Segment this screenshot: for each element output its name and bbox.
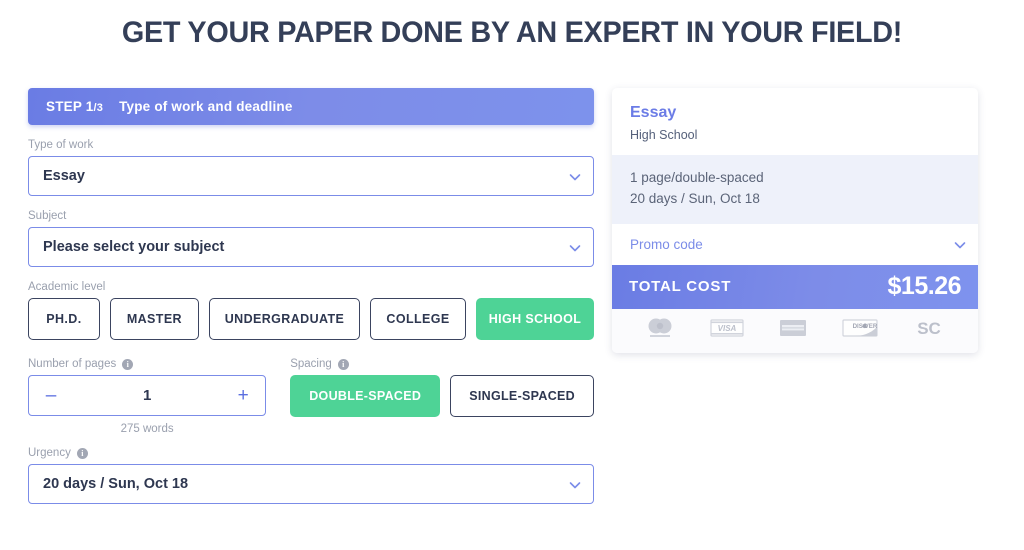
svg-text:VISA: VISA [718, 324, 737, 333]
number-of-pages-label-text: Number of pages [28, 358, 117, 370]
subject-field: Subject Please select your subject [28, 210, 594, 267]
summary-details: 1 page/double-spaced 20 days / Sun, Oct … [612, 155, 978, 224]
order-summary-card: Essay High School 1 page/double-spaced 2… [612, 88, 978, 353]
visa-icon: VISA [708, 316, 746, 345]
summary-header: Essay High School [612, 88, 978, 155]
summary-title: Essay [630, 104, 677, 121]
chevron-down-icon [569, 242, 581, 252]
academic-level-phd[interactable]: PH.D. [28, 298, 100, 340]
spacing-double-spaced[interactable]: DOUBLE-SPACED [290, 375, 441, 417]
type-of-work-select[interactable]: Essay [28, 156, 594, 196]
urgency-select[interactable]: 20 days / Sun, Oct 18 [28, 464, 594, 504]
mastercard-icon [641, 316, 679, 345]
pages-stepper: – 1 + [28, 375, 267, 416]
number-of-pages-field: Number of pages i – 1 + 275 words [28, 358, 267, 435]
amex-icon [776, 316, 810, 345]
subject-label: Subject [28, 210, 67, 222]
academic-level-field: Academic level PH.D. MASTER UNDERGRADUAT… [28, 281, 594, 340]
order-form: STEP 1/3 Type of work and deadline Type … [28, 88, 594, 504]
step-title: Type of work and deadline [119, 99, 293, 114]
number-of-pages-label: Number of pages i [28, 358, 266, 370]
academic-level-master[interactable]: MASTER [109, 298, 199, 340]
academic-level-label: Academic level [28, 281, 106, 293]
total-cost-bar: TOTAL COST $15.26 [612, 264, 978, 309]
pages-spacing-row: Number of pages i – 1 + 275 words Spacin… [28, 358, 594, 435]
subject-select[interactable]: Please select your subject [28, 227, 594, 267]
type-of-work-label: Type of work [28, 139, 94, 151]
decrement-pages-button[interactable]: – [29, 386, 73, 405]
sc-icon: SC [909, 316, 949, 345]
chevron-down-icon [569, 171, 581, 181]
spacing-label: Spacing i [290, 358, 594, 370]
payment-methods: VISA DISC VER SC [612, 308, 978, 353]
svg-text:SC: SC [917, 319, 941, 338]
discover-icon: DISC VER [840, 316, 880, 345]
svg-text:VER: VER [864, 323, 877, 330]
spacing-field: Spacing i DOUBLE-SPACED SINGLE-SPACED [290, 358, 594, 435]
page-title: GET YOUR PAPER DONE BY AN EXPERT IN YOUR… [121, 16, 903, 49]
increment-pages-button[interactable]: + [221, 386, 265, 405]
urgency-field: Urgency i 20 days / Sun, Oct 18 [28, 447, 594, 504]
total-cost-value: $15.26 [887, 272, 962, 301]
chevron-down-icon [569, 479, 581, 489]
step-header: STEP 1/3 Type of work and deadline [28, 88, 594, 125]
summary-pages-spacing: 1 page/double-spaced [630, 170, 764, 185]
total-cost-label: TOTAL COST [629, 278, 732, 296]
urgency-label-text: Urgency [28, 447, 71, 459]
pages-value[interactable]: 1 [73, 387, 221, 404]
spacing-options: DOUBLE-SPACED SINGLE-SPACED [290, 375, 594, 417]
academic-level-undergraduate[interactable]: UNDERGRADUATE [209, 298, 360, 340]
academic-level-options: PH.D. MASTER UNDERGRADUATE COLLEGE HIGH … [28, 298, 594, 340]
academic-level-college[interactable]: COLLEGE [370, 298, 466, 340]
word-count: 275 words [120, 423, 174, 435]
order-form-page: GET YOUR PAPER DONE BY AN EXPERT IN YOUR… [0, 0, 1024, 550]
summary-deadline: 20 days / Sun, Oct 18 [630, 190, 760, 206]
spacing-label-text: Spacing [290, 358, 332, 370]
step-number: STEP 1/3 [46, 99, 104, 114]
urgency-value: 20 days / Sun, Oct 18 [43, 476, 189, 492]
promo-code-row[interactable]: Promo code [612, 223, 978, 265]
info-icon[interactable]: i [122, 358, 134, 370]
urgency-label: Urgency i [28, 447, 594, 459]
promo-code-label: Promo code [630, 236, 703, 252]
type-of-work-field: Type of work Essay [28, 139, 594, 196]
type-of-work-value: Essay [43, 168, 85, 184]
info-icon[interactable]: i [337, 358, 349, 370]
summary-subtitle: High School [630, 128, 698, 142]
info-icon[interactable]: i [76, 447, 88, 459]
subject-value: Please select your subject [43, 239, 225, 255]
spacing-single-spaced[interactable]: SINGLE-SPACED [450, 375, 594, 417]
chevron-down-icon [954, 239, 966, 249]
academic-level-high-school[interactable]: HIGH SCHOOL [476, 298, 594, 340]
